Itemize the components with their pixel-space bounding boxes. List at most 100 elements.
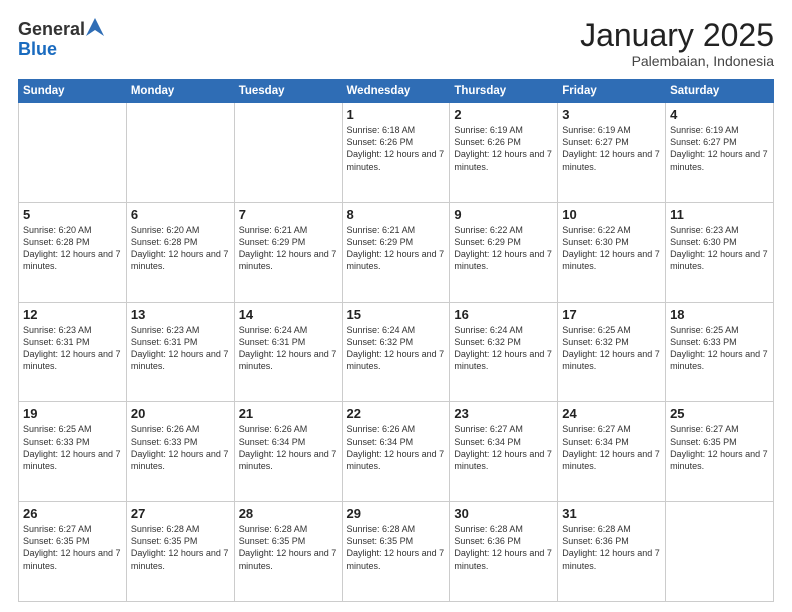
daylight-text: Daylight: 12 hours and 7 minutes. (454, 449, 552, 471)
day-cell: 19 Sunrise: 6:25 AM Sunset: 6:33 PM Dayl… (19, 402, 127, 502)
logo-icon (86, 18, 104, 38)
day-number: 26 (23, 506, 122, 521)
day-info: Sunrise: 6:18 AM Sunset: 6:26 PM Dayligh… (347, 124, 446, 173)
day-number: 16 (454, 307, 553, 322)
logo-general: General (18, 20, 85, 40)
daylight-text: Daylight: 12 hours and 7 minutes. (454, 349, 552, 371)
sunset-text: Sunset: 6:27 PM (562, 137, 629, 147)
daylight-text: Daylight: 12 hours and 7 minutes. (454, 548, 552, 570)
sunset-text: Sunset: 6:28 PM (131, 237, 198, 247)
sunset-text: Sunset: 6:28 PM (23, 237, 90, 247)
day-number: 23 (454, 406, 553, 421)
day-info: Sunrise: 6:25 AM Sunset: 6:33 PM Dayligh… (23, 423, 122, 472)
daylight-text: Daylight: 12 hours and 7 minutes. (670, 149, 768, 171)
day-info: Sunrise: 6:24 AM Sunset: 6:32 PM Dayligh… (454, 324, 553, 373)
day-cell: 12 Sunrise: 6:23 AM Sunset: 6:31 PM Dayl… (19, 302, 127, 402)
day-cell: 27 Sunrise: 6:28 AM Sunset: 6:35 PM Dayl… (126, 502, 234, 602)
daylight-text: Daylight: 12 hours and 7 minutes. (347, 449, 445, 471)
sunset-text: Sunset: 6:34 PM (454, 437, 521, 447)
daylight-text: Daylight: 12 hours and 7 minutes. (670, 249, 768, 271)
logo: General Blue (18, 18, 104, 60)
day-info: Sunrise: 6:19 AM Sunset: 6:27 PM Dayligh… (562, 124, 661, 173)
sunrise-text: Sunrise: 6:27 AM (454, 424, 523, 434)
sunset-text: Sunset: 6:31 PM (239, 337, 306, 347)
header-wednesday: Wednesday (342, 80, 450, 103)
sunrise-text: Sunrise: 6:25 AM (670, 325, 739, 335)
day-number: 11 (670, 207, 769, 222)
week-row-3: 12 Sunrise: 6:23 AM Sunset: 6:31 PM Dayl… (19, 302, 774, 402)
day-info: Sunrise: 6:22 AM Sunset: 6:30 PM Dayligh… (562, 224, 661, 273)
sunrise-text: Sunrise: 6:24 AM (347, 325, 416, 335)
day-cell: 15 Sunrise: 6:24 AM Sunset: 6:32 PM Dayl… (342, 302, 450, 402)
header-saturday: Saturday (666, 80, 774, 103)
day-number: 2 (454, 107, 553, 122)
day-cell: 26 Sunrise: 6:27 AM Sunset: 6:35 PM Dayl… (19, 502, 127, 602)
day-cell: 4 Sunrise: 6:19 AM Sunset: 6:27 PM Dayli… (666, 103, 774, 203)
day-info: Sunrise: 6:22 AM Sunset: 6:29 PM Dayligh… (454, 224, 553, 273)
day-number: 8 (347, 207, 446, 222)
daylight-text: Daylight: 12 hours and 7 minutes. (562, 349, 660, 371)
day-number: 1 (347, 107, 446, 122)
day-cell: 3 Sunrise: 6:19 AM Sunset: 6:27 PM Dayli… (558, 103, 666, 203)
sunset-text: Sunset: 6:33 PM (23, 437, 90, 447)
day-cell: 20 Sunrise: 6:26 AM Sunset: 6:33 PM Dayl… (126, 402, 234, 502)
day-info: Sunrise: 6:26 AM Sunset: 6:34 PM Dayligh… (239, 423, 338, 472)
day-info: Sunrise: 6:24 AM Sunset: 6:32 PM Dayligh… (347, 324, 446, 373)
day-number: 14 (239, 307, 338, 322)
day-number: 9 (454, 207, 553, 222)
sunrise-text: Sunrise: 6:24 AM (454, 325, 523, 335)
header-thursday: Thursday (450, 80, 558, 103)
daylight-text: Daylight: 12 hours and 7 minutes. (347, 249, 445, 271)
day-info: Sunrise: 6:27 AM Sunset: 6:35 PM Dayligh… (670, 423, 769, 472)
day-info: Sunrise: 6:28 AM Sunset: 6:35 PM Dayligh… (347, 523, 446, 572)
day-info: Sunrise: 6:21 AM Sunset: 6:29 PM Dayligh… (347, 224, 446, 273)
sunset-text: Sunset: 6:29 PM (239, 237, 306, 247)
sunset-text: Sunset: 6:36 PM (562, 536, 629, 546)
day-info: Sunrise: 6:23 AM Sunset: 6:30 PM Dayligh… (670, 224, 769, 273)
day-number: 17 (562, 307, 661, 322)
header-sunday: Sunday (19, 80, 127, 103)
sunset-text: Sunset: 6:27 PM (670, 137, 737, 147)
sunset-text: Sunset: 6:26 PM (347, 137, 414, 147)
day-cell: 17 Sunrise: 6:25 AM Sunset: 6:32 PM Dayl… (558, 302, 666, 402)
daylight-text: Daylight: 12 hours and 7 minutes. (23, 249, 121, 271)
day-cell (666, 502, 774, 602)
day-info: Sunrise: 6:23 AM Sunset: 6:31 PM Dayligh… (23, 324, 122, 373)
sunset-text: Sunset: 6:31 PM (131, 337, 198, 347)
day-number: 10 (562, 207, 661, 222)
daylight-text: Daylight: 12 hours and 7 minutes. (239, 349, 337, 371)
week-row-2: 5 Sunrise: 6:20 AM Sunset: 6:28 PM Dayli… (19, 202, 774, 302)
sunrise-text: Sunrise: 6:26 AM (239, 424, 308, 434)
daylight-text: Daylight: 12 hours and 7 minutes. (347, 548, 445, 570)
sunrise-text: Sunrise: 6:23 AM (670, 225, 739, 235)
day-info: Sunrise: 6:25 AM Sunset: 6:33 PM Dayligh… (670, 324, 769, 373)
daylight-text: Daylight: 12 hours and 7 minutes. (454, 149, 552, 171)
week-row-1: 1 Sunrise: 6:18 AM Sunset: 6:26 PM Dayli… (19, 103, 774, 203)
sunrise-text: Sunrise: 6:25 AM (23, 424, 92, 434)
day-cell: 28 Sunrise: 6:28 AM Sunset: 6:35 PM Dayl… (234, 502, 342, 602)
day-cell (234, 103, 342, 203)
day-cell: 5 Sunrise: 6:20 AM Sunset: 6:28 PM Dayli… (19, 202, 127, 302)
day-info: Sunrise: 6:25 AM Sunset: 6:32 PM Dayligh… (562, 324, 661, 373)
day-cell: 10 Sunrise: 6:22 AM Sunset: 6:30 PM Dayl… (558, 202, 666, 302)
day-number: 30 (454, 506, 553, 521)
sunset-text: Sunset: 6:30 PM (670, 237, 737, 247)
sunrise-text: Sunrise: 6:19 AM (562, 125, 631, 135)
day-cell: 24 Sunrise: 6:27 AM Sunset: 6:34 PM Dayl… (558, 402, 666, 502)
day-cell (126, 103, 234, 203)
sunset-text: Sunset: 6:35 PM (23, 536, 90, 546)
sunrise-text: Sunrise: 6:21 AM (239, 225, 308, 235)
day-number: 15 (347, 307, 446, 322)
daylight-text: Daylight: 12 hours and 7 minutes. (23, 548, 121, 570)
daylight-text: Daylight: 12 hours and 7 minutes. (131, 349, 229, 371)
sunset-text: Sunset: 6:35 PM (670, 437, 737, 447)
daylight-text: Daylight: 12 hours and 7 minutes. (670, 349, 768, 371)
sunset-text: Sunset: 6:26 PM (454, 137, 521, 147)
sunset-text: Sunset: 6:35 PM (239, 536, 306, 546)
sunset-text: Sunset: 6:35 PM (131, 536, 198, 546)
day-info: Sunrise: 6:19 AM Sunset: 6:27 PM Dayligh… (670, 124, 769, 173)
sunset-text: Sunset: 6:36 PM (454, 536, 521, 546)
sunset-text: Sunset: 6:34 PM (239, 437, 306, 447)
daylight-text: Daylight: 12 hours and 7 minutes. (562, 249, 660, 271)
day-number: 21 (239, 406, 338, 421)
